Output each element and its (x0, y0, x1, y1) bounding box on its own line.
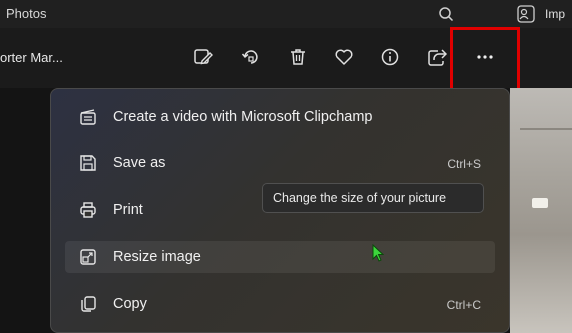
resize-icon (80, 249, 96, 265)
app-title: Photos (6, 6, 47, 21)
import-button-label[interactable]: Imp (545, 7, 565, 21)
save-icon (80, 155, 96, 171)
photo-preview (510, 88, 572, 333)
edit-image-button[interactable] (190, 44, 216, 70)
rotate-icon (241, 50, 258, 64)
menu-item-label: Resize image (113, 249, 201, 265)
menu-item-label: Save as (113, 155, 166, 171)
delete-icon (291, 49, 305, 65)
import-people-icon[interactable] (517, 5, 535, 23)
search-icon[interactable] (438, 6, 454, 22)
rotate-button[interactable] (238, 44, 264, 70)
clipchamp-icon (80, 109, 96, 125)
menu-item-shortcut: Ctrl+C (446, 298, 481, 312)
delete-button[interactable] (285, 44, 311, 70)
share-button[interactable] (424, 44, 450, 70)
favorite-button[interactable] (331, 44, 357, 70)
copy-icon (81, 296, 96, 312)
edit-image-icon (194, 49, 213, 65)
resize-tooltip: Change the size of your picture (262, 183, 484, 213)
print-icon (80, 202, 96, 218)
info-button[interactable] (377, 44, 403, 70)
menu-item-shortcut: Ctrl+S (447, 157, 481, 171)
menu-item-label: Copy (113, 296, 147, 312)
menu-item-copy[interactable]: Copy Ctrl+C (65, 288, 495, 320)
annotation-highlight-box (450, 27, 520, 97)
mouse-cursor-icon (372, 244, 385, 262)
menu-item-label: Print (113, 202, 143, 218)
menu-item-label: Create a video with Microsoft Clipchamp (113, 109, 373, 125)
title-bar: Photos Imp (0, 0, 572, 28)
menu-item-resize-image[interactable]: Resize image (65, 241, 495, 273)
info-icon (381, 48, 399, 66)
menu-item-save-as[interactable]: Save as Ctrl+S (65, 147, 495, 179)
file-name: orter Mar... (0, 50, 63, 65)
menu-item-clipchamp[interactable]: Create a video with Microsoft Clipchamp (65, 101, 495, 133)
share-icon (428, 49, 447, 66)
tooltip-text: Change the size of your picture (273, 191, 447, 205)
favorite-heart-icon (335, 49, 353, 65)
